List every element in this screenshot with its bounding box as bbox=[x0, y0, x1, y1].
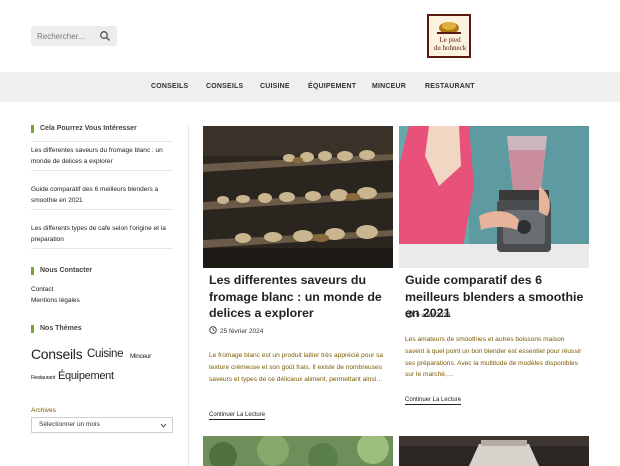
article-image-partial[interactable] bbox=[203, 436, 393, 466]
clock-icon bbox=[209, 326, 217, 334]
nav-item-cuisine[interactable]: Cuisine bbox=[260, 72, 290, 102]
search-icon[interactable] bbox=[99, 30, 111, 42]
read-more-link[interactable]: Continuer La Lecture bbox=[405, 397, 462, 405]
theme-cuisine[interactable]: Cuisine bbox=[87, 348, 124, 360]
search-input[interactable] bbox=[31, 26, 97, 46]
article-card-blenders: Guide comparatif des 6 meilleurs blender… bbox=[399, 126, 589, 428]
greenery-image bbox=[203, 436, 393, 466]
site-logo[interactable]: Le pied du hohneck bbox=[427, 14, 471, 58]
column-divider bbox=[188, 126, 189, 466]
site-header: Le pied du hohneck bbox=[0, 0, 620, 72]
section-title-themes: Nos Thèmes bbox=[31, 325, 82, 333]
cheese-shelves-image bbox=[203, 126, 393, 268]
chevron-down-icon bbox=[160, 423, 167, 428]
divider bbox=[31, 141, 173, 142]
coffee-image bbox=[399, 436, 589, 466]
article-date: 25 février 2024 bbox=[209, 326, 263, 335]
archives-select-value: Sélectionner un mois bbox=[39, 421, 100, 428]
divider bbox=[31, 209, 173, 210]
section-title-contact: Nous Contacter bbox=[31, 267, 92, 275]
clock-icon bbox=[405, 310, 413, 318]
article-image-partial[interactable] bbox=[399, 436, 589, 466]
sidebar-link-contact[interactable]: Contact bbox=[31, 285, 173, 296]
archives-label: Archives bbox=[31, 407, 56, 414]
archives-select[interactable]: Sélectionner un mois bbox=[31, 417, 173, 433]
article-date: 9 août 2023 bbox=[405, 310, 450, 319]
sidebar-link-cafe[interactable]: Les differents types de cafe selon l'ori… bbox=[31, 224, 173, 245]
theme-equipement[interactable]: Équipement bbox=[58, 370, 114, 382]
sidebar-link-mentions[interactable]: Mentions légales bbox=[31, 296, 173, 307]
article-excerpt: Les amateurs de smoothies et autres bois… bbox=[405, 336, 582, 379]
article-image-blender[interactable] bbox=[399, 126, 589, 268]
nav-item-conseils-2[interactable]: Conseils bbox=[206, 72, 243, 102]
search-box bbox=[31, 26, 117, 46]
article-title[interactable]: Les differentes saveurs du fromage blanc… bbox=[209, 272, 389, 322]
read-more-link[interactable]: Continuer La Lecture bbox=[209, 412, 266, 420]
theme-conseils[interactable]: Conseils bbox=[31, 346, 83, 362]
sidebar-link-fromage[interactable]: Les differentes saveurs du fromage blanc… bbox=[31, 146, 173, 167]
article-card-fromage: Les differentes saveurs du fromage blanc… bbox=[203, 126, 393, 428]
nav-item-minceur[interactable]: Minceur bbox=[372, 72, 406, 102]
blender-image bbox=[399, 126, 589, 268]
sidebar-link-blenders[interactable]: Guide comparatif des 6 meilleurs blender… bbox=[31, 185, 173, 206]
logo-text: Le pied du hohneck bbox=[433, 36, 467, 52]
article-image-cheese-shelves[interactable] bbox=[203, 126, 393, 268]
main-nav: Conseils Conseils Cuisine Équipement Min… bbox=[0, 72, 620, 102]
logo-emblem-icon bbox=[437, 22, 461, 34]
nav-item-conseils[interactable]: Conseils bbox=[151, 72, 188, 102]
divider bbox=[31, 248, 173, 249]
nav-item-restaurant[interactable]: Restaurant bbox=[425, 72, 475, 102]
section-title-interest: Cela Pourrez Vous Intéresser bbox=[31, 125, 137, 133]
theme-restaurant[interactable]: Restaurant bbox=[31, 375, 55, 381]
nav-item-equipement[interactable]: Équipement bbox=[308, 72, 356, 102]
article-excerpt: Le fromage blanc est un produit laitier … bbox=[209, 352, 384, 383]
theme-minceur[interactable]: Minceur bbox=[130, 353, 151, 360]
divider bbox=[31, 170, 173, 171]
